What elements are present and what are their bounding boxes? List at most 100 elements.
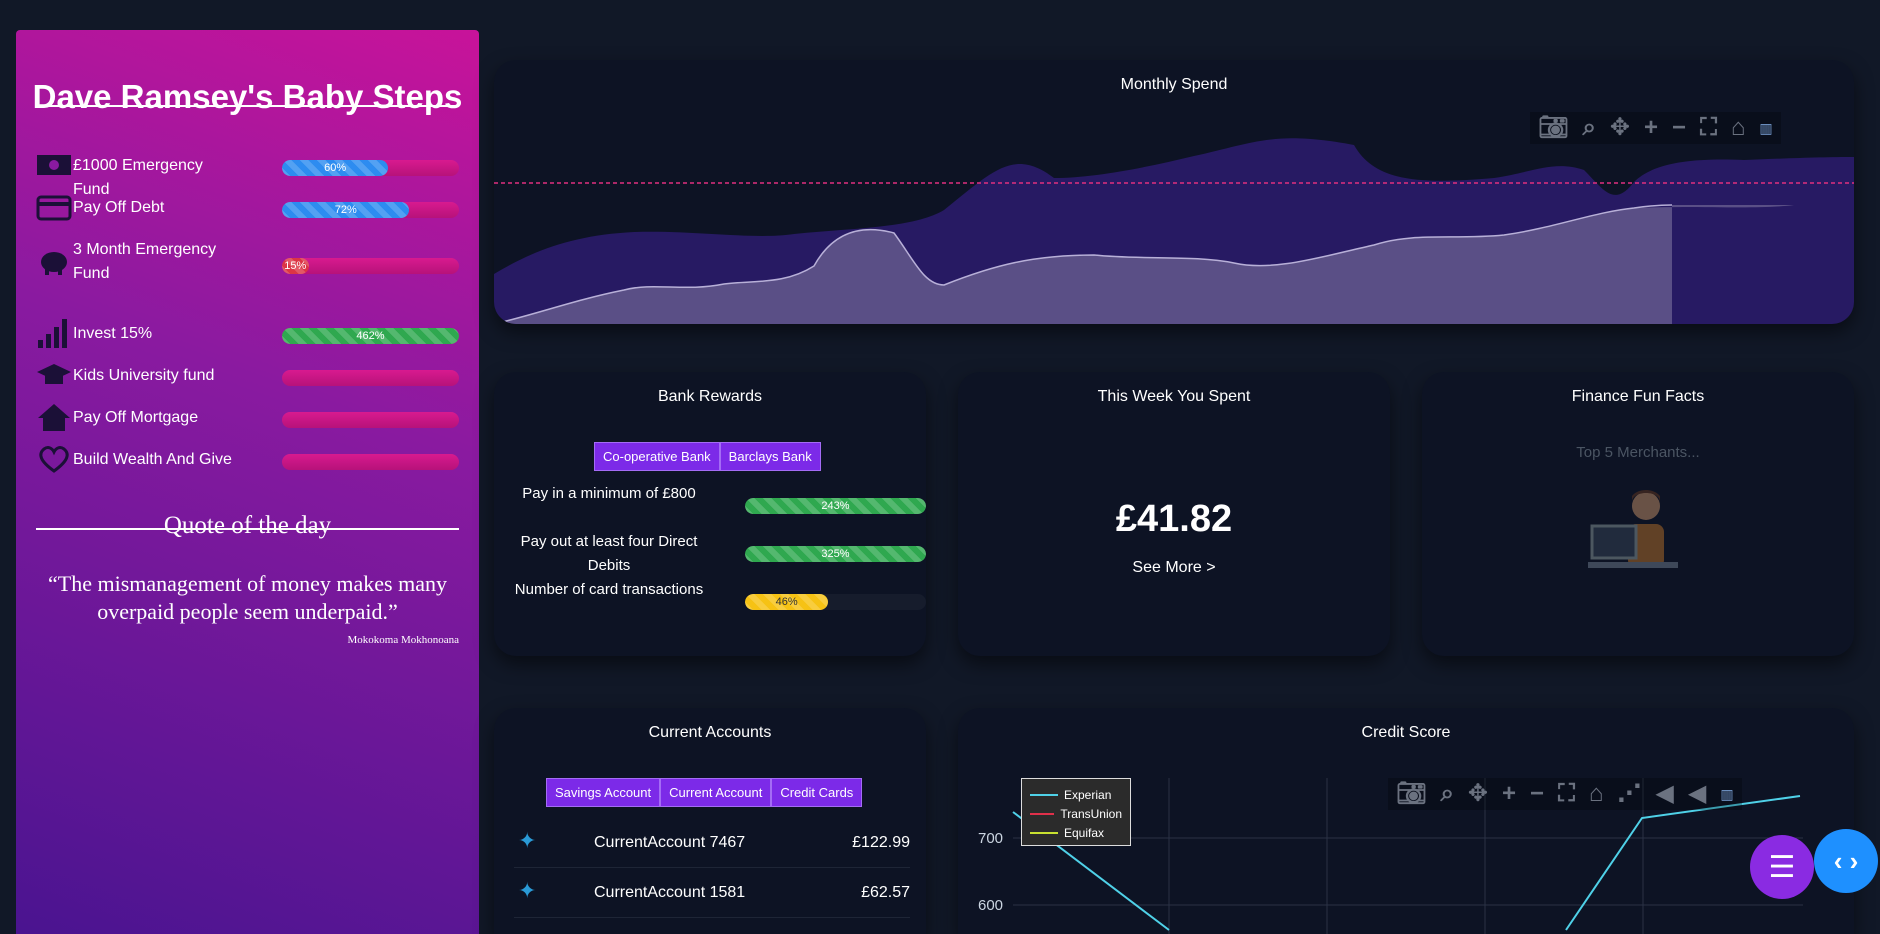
step-progress-bar: 15% bbox=[282, 258, 459, 274]
hover-closest-icon[interactable]: ◀ bbox=[1655, 780, 1673, 808]
progress-fill: 325% bbox=[745, 546, 926, 562]
credit-score-card: Credit Score 700 600 Experian TransUnion… bbox=[958, 708, 1854, 934]
progress-fill: 15% bbox=[282, 258, 309, 274]
fun-facts-card: Finance Fun Facts Top 5 Merchants... bbox=[1422, 372, 1854, 656]
step-label: 3 Month Emergency Fund bbox=[73, 241, 217, 282]
hamburger-icon: ☰ bbox=[1768, 850, 1796, 884]
step-progress-bar: 72% bbox=[282, 202, 459, 218]
progress-fill: 46% bbox=[745, 594, 829, 610]
divider bbox=[36, 105, 459, 107]
account-row[interactable]: ✦ CurrentAccount 7467 £122.99 bbox=[514, 820, 910, 868]
step-progress-bar bbox=[282, 454, 459, 470]
pan-icon[interactable]: ✥ bbox=[1468, 780, 1488, 808]
week-spent-card: This Week You Spent £41.82 See More > bbox=[958, 372, 1390, 656]
fun-facts-subtitle: Top 5 Merchants... bbox=[1576, 444, 1700, 461]
house-icon bbox=[38, 404, 70, 431]
tab-savings-account[interactable]: Savings Account bbox=[546, 778, 661, 807]
step-label: Kids University fund bbox=[73, 367, 215, 384]
step-pay-off-debt: Pay Off Debt 72% bbox=[36, 192, 459, 228]
account-balance: £62.57 bbox=[861, 884, 910, 901]
reward-label: Pay in a minimum of £800 bbox=[522, 485, 696, 502]
step-build-wealth: Build Wealth And Give bbox=[36, 444, 459, 480]
zoom-icon[interactable]: ⌕ bbox=[1440, 780, 1453, 808]
step-label: Invest 15% bbox=[73, 325, 153, 342]
legend-item[interactable]: Experian bbox=[1030, 785, 1122, 804]
reward-label: Number of card transactions bbox=[514, 581, 704, 598]
reward-progress-bar: 325% bbox=[745, 546, 926, 562]
code-brackets-icon: ‹ › bbox=[1833, 845, 1859, 876]
tab-cooperative-bank[interactable]: Co-operative Bank bbox=[594, 442, 720, 471]
step-3-month-fund: 3 Month Emergency Fund 15% bbox=[36, 234, 459, 294]
legend-item[interactable]: TransUnion bbox=[1030, 804, 1122, 823]
legend-item[interactable]: Equifax bbox=[1030, 823, 1122, 842]
spike-lines-icon[interactable]: ⋰ bbox=[1617, 780, 1641, 808]
account-row[interactable]: ✦ CurrentAccount 1581 £62.57 bbox=[514, 870, 910, 918]
chart-legend: Experian TransUnion Equifax bbox=[1021, 778, 1131, 846]
account-name: CurrentAccount 7467 bbox=[594, 834, 746, 851]
legend-label: Equifax bbox=[1064, 825, 1105, 840]
card-title: Finance Fun Facts bbox=[1571, 388, 1705, 405]
step-emergency-fund: £1000 Emergency Fund 60% bbox=[36, 150, 459, 198]
menu-button[interactable]: ☰ bbox=[1750, 835, 1814, 899]
reward-row: Pay out at least four Direct Debits 325% bbox=[514, 530, 926, 578]
reward-progress-bar: 243% bbox=[745, 498, 926, 514]
divider bbox=[36, 528, 459, 530]
step-label: Pay Off Mortgage bbox=[73, 409, 199, 426]
reward-row: Number of card transactions 46% bbox=[514, 578, 926, 626]
barclays-eagle-icon: ✦ bbox=[518, 878, 537, 903]
bank-tabs: Co-operative Bank Barclays Bank bbox=[594, 442, 821, 471]
piggy-bank-icon bbox=[41, 252, 67, 275]
bank-rewards-card: Bank Rewards Co-operative Bank Barclays … bbox=[494, 372, 926, 656]
hover-compare-icon[interactable]: ◀ bbox=[1688, 780, 1706, 808]
experian-line bbox=[1012, 795, 1801, 931]
step-progress-bar bbox=[282, 370, 459, 386]
zoom-out-icon[interactable]: − bbox=[1672, 114, 1686, 142]
autoscale-icon[interactable]: ⛶ bbox=[1700, 114, 1717, 142]
merchant-icon bbox=[1588, 490, 1678, 568]
baby-steps-sidebar: Dave Ramsey's Baby Steps £1000 Emergency… bbox=[16, 30, 479, 934]
account-tabs: Savings Account Current Account Credit C… bbox=[546, 778, 863, 807]
tab-current-account[interactable]: Current Account bbox=[660, 778, 772, 807]
y-tick-label: 700 bbox=[978, 830, 1003, 847]
chart-toolbar: 📷︎ ⌕ ✥ + − ⛶ ⌂ ⋰ ◀ ◀ ▥ bbox=[1388, 778, 1742, 810]
see-more-link[interactable]: See More > bbox=[958, 559, 1390, 577]
graduation-cap-icon bbox=[37, 364, 71, 384]
y-tick-label: 600 bbox=[978, 897, 1003, 914]
progress-fill: 462% bbox=[282, 328, 459, 344]
quote-heading: Quote of the day bbox=[163, 512, 332, 539]
camera-icon[interactable]: 📷︎ bbox=[1396, 780, 1426, 808]
home-icon[interactable]: ⌂ bbox=[1589, 780, 1604, 808]
pan-icon[interactable]: ✥ bbox=[1610, 114, 1630, 142]
code-toggle-button[interactable]: ‹ › bbox=[1814, 829, 1878, 893]
barclays-eagle-icon: ✦ bbox=[518, 828, 537, 853]
step-progress-bar: 462% bbox=[282, 328, 459, 344]
account-balance: £122.99 bbox=[852, 834, 910, 851]
card-title: This Week You Spent bbox=[1097, 388, 1251, 405]
account-name: CurrentAccount 1581 bbox=[594, 884, 746, 901]
quote-author: Mokokoma Mokhonoana bbox=[347, 634, 459, 646]
zoom-icon[interactable]: ⌕ bbox=[1582, 114, 1595, 142]
autoscale-icon[interactable]: ⛶ bbox=[1558, 780, 1575, 808]
step-progress-bar bbox=[282, 412, 459, 428]
credit-card-icon bbox=[36, 195, 72, 221]
legend-label: Experian bbox=[1064, 787, 1112, 802]
reward-row: Pay in a minimum of £800 243% bbox=[514, 482, 926, 530]
zoom-in-icon[interactable]: + bbox=[1644, 114, 1658, 142]
home-icon[interactable]: ⌂ bbox=[1731, 114, 1746, 142]
step-invest: Invest 15% 462% bbox=[36, 318, 459, 354]
plotly-logo-icon[interactable]: ▥ bbox=[1759, 114, 1772, 142]
card-title: Current Accounts bbox=[648, 724, 772, 741]
current-accounts-card: Current Accounts Savings Account Current… bbox=[494, 708, 926, 934]
camera-icon[interactable]: 📷︎ bbox=[1538, 114, 1568, 142]
step-kids-university: Kids University fund bbox=[36, 360, 459, 396]
tab-barclays-bank[interactable]: Barclays Bank bbox=[719, 442, 821, 471]
tab-credit-cards[interactable]: Credit Cards bbox=[771, 778, 863, 807]
step-label: Pay Off Debt bbox=[73, 199, 165, 216]
monthly-spend-chart bbox=[494, 138, 1854, 324]
zoom-in-icon[interactable]: + bbox=[1502, 780, 1516, 808]
card-title: Bank Rewards bbox=[657, 388, 763, 405]
monthly-spend-card: Monthly Spend 📷︎ ⌕ ✥ + − ⛶ ⌂ ▥ bbox=[494, 60, 1854, 324]
quote-text: “The mismanagement of money makes many o… bbox=[48, 571, 447, 624]
plotly-logo-icon[interactable]: ▥ bbox=[1720, 780, 1733, 808]
zoom-out-icon[interactable]: − bbox=[1530, 780, 1544, 808]
